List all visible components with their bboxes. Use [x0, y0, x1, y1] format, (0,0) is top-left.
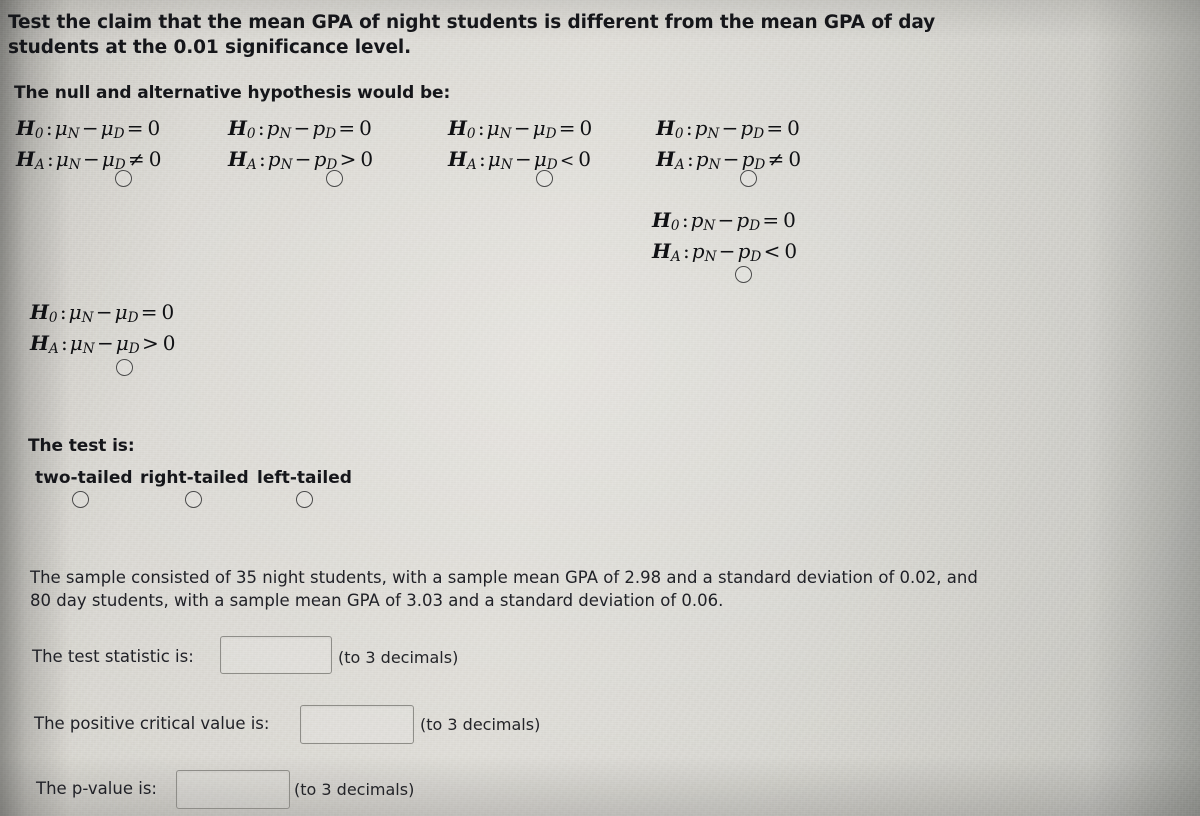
positive-critical-value-field[interactable] [300, 705, 414, 744]
positive-critical-value-hint: (to 3 decimals) [420, 715, 541, 734]
option-6-null-line: H0: μN − μD = 0 [30, 300, 175, 326]
hypothesis-option-1-formula: H0: μN − μD = 0 HA: μN − μD ≠ 0 [16, 116, 163, 178]
hypothesis-option-6-radio[interactable] [116, 359, 133, 376]
hypothesis-option-5-formula: H0: pN − pD = 0 HA: pN − pD <0 [652, 208, 799, 270]
sample-description: The sample consisted of 35 night student… [30, 568, 978, 610]
positive-critical-value-input[interactable] [301, 706, 413, 743]
p-value-label: The p-value is: [36, 779, 157, 798]
p-value-field[interactable] [176, 770, 290, 809]
option-4-alt-line: HA: pN − pD ≠ 0 [656, 146, 802, 173]
hypothesis-option-4-formula: H0: pN − pD = 0 HA: pN − pD ≠ 0 [656, 116, 803, 178]
test-statistic-hint: (to 3 decimals) [338, 648, 459, 667]
hypothesis-option-2-formula: H0: pN − pD = 0 HA: pN − pD >0 [228, 116, 375, 178]
option-2-alt-line: HA: pN − pD >0 [228, 146, 374, 173]
positive-critical-value-label: The positive critical value is: [34, 714, 270, 733]
tail-option-right-tailed-radio[interactable] [185, 491, 202, 508]
p-value-input[interactable] [177, 771, 289, 808]
hypothesis-option-1-radio[interactable] [115, 170, 132, 187]
tail-option-left-tailed-label[interactable]: left-tailed [257, 468, 352, 488]
option-5-null-line: H0: pN − pD = 0 [652, 208, 796, 234]
option-3-alt-line: HA: μN − μD <0 [448, 146, 591, 173]
option-3-null-line: H0: μN − μD = 0 [448, 116, 593, 142]
tail-option-right-tailed-label[interactable]: right-tailed [140, 468, 249, 488]
test-statistic-input[interactable] [221, 637, 331, 673]
hypothesis-option-6-formula: H0: μN − μD = 0 HA: μN − μD >0 [30, 300, 177, 362]
hypothesis-option-3-radio[interactable] [536, 170, 553, 187]
hypothesis-option-4-radio[interactable] [740, 170, 757, 187]
option-1-null-line: H0: μN − μD = 0 [16, 116, 161, 142]
hypothesis-option-3-formula: H0: μN − μD = 0 HA: μN − μD <0 [448, 116, 594, 178]
tail-option-left-tailed-radio[interactable] [296, 491, 313, 508]
hypothesis-option-2-radio[interactable] [326, 170, 343, 187]
exam-question-page: Test the claim that the mean GPA of nigh… [0, 0, 1200, 816]
option-2-null-line: H0: pN − pD = 0 [228, 116, 372, 142]
p-value-hint: (to 3 decimals) [294, 780, 415, 799]
test-is-label: The test is: [28, 436, 135, 456]
test-statistic-label: The test statistic is: [32, 647, 194, 666]
tail-option-two-tailed-label[interactable]: two-tailed [35, 468, 133, 488]
test-statistic-field[interactable] [220, 636, 332, 674]
option-5-alt-line: HA: pN − pD <0 [652, 238, 798, 265]
option-1-alt-line: HA: μN − μD ≠ 0 [16, 146, 162, 173]
option-6-alt-line: HA: μN − μD >0 [30, 330, 176, 357]
question-headline: Test the claim that the mean GPA of nigh… [8, 12, 936, 58]
tail-option-two-tailed-radio[interactable] [72, 491, 89, 508]
option-4-null-line: H0: pN − pD = 0 [656, 116, 800, 142]
hypothesis-option-5-radio[interactable] [735, 266, 752, 283]
hypothesis-prompt: The null and alternative hypothesis woul… [14, 83, 451, 103]
